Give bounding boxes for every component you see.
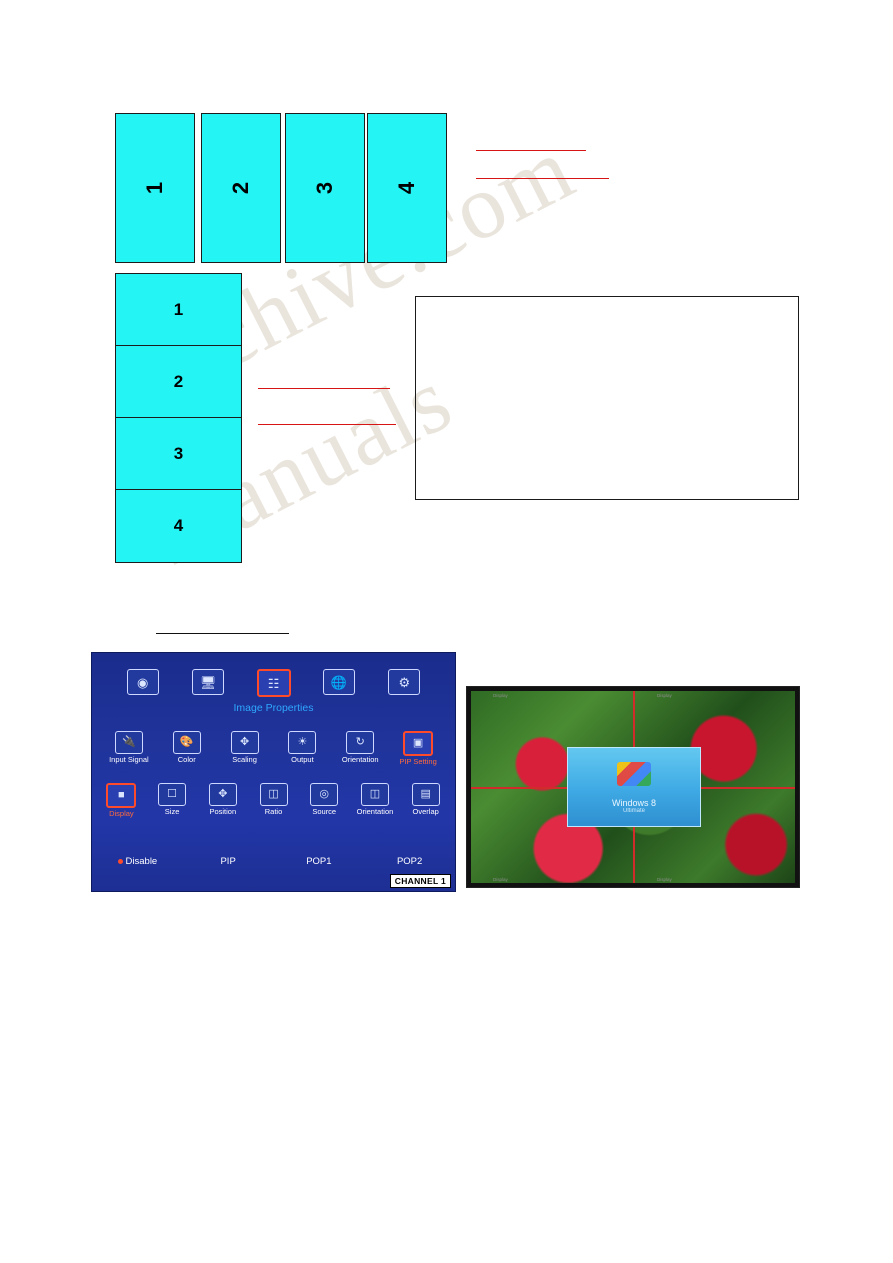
osd-item-orientation-2[interactable]: ◫ Orientation (350, 783, 401, 818)
osd-mode-pop2[interactable]: POP2 (364, 856, 455, 867)
hdmi-plug-icon: 🔌 (114, 731, 143, 754)
panel-cell: 4 (115, 489, 242, 563)
osd-item-position[interactable]: ✥ Position (197, 783, 248, 818)
panel-label: 4 (394, 181, 419, 195)
osd-item-pip-setting[interactable]: ▣ PIP Setting (389, 731, 447, 766)
osd-item-label: Source (312, 807, 337, 816)
orientation-icon: ◫ (360, 783, 389, 806)
osd-item-label: Color (177, 755, 196, 764)
osd-item-size[interactable]: ☐ Size (147, 783, 198, 818)
osd-item-ratio[interactable]: ◫ Ratio (248, 783, 299, 818)
osd-mode-pop1[interactable]: POP1 (274, 856, 365, 867)
selected-dot-icon (117, 858, 123, 864)
osd-item-label: Orientation (341, 755, 379, 764)
size-icon: ☐ (158, 783, 187, 806)
osd-item-label: Input Signal (109, 755, 149, 764)
osd-item-input-signal[interactable]: 🔌 Input Signal (100, 731, 158, 766)
osd-item-overlap[interactable]: ▤ Overlap (400, 783, 451, 818)
osd-row-top: ◉ 🖥 ☷ 🌐 ⚙ (92, 669, 455, 697)
red-underline (476, 150, 586, 151)
rose-background-image: Windows 8 Ultimate (471, 691, 795, 883)
red-underline (476, 178, 609, 179)
color-wheel-icon: ◉ (126, 669, 159, 695)
ratio-icon: ◫ (259, 783, 288, 806)
rotate-icon: ↻ (346, 731, 375, 754)
osd-menu[interactable]: ◉ 🖥 ☷ 🌐 ⚙ Image Properties 🔌 Input Signa… (91, 652, 456, 892)
sun-icon: ☀ (288, 731, 317, 754)
osd-item-label: Output (291, 755, 314, 764)
palette-icon: 🎨 (172, 731, 201, 754)
osd-item-color-wheel[interactable]: ◉ (110, 669, 175, 697)
osd-row-bottom: ■ Display ☐ Size ✥ Position ◫ Ratio ◎ So… (92, 783, 455, 818)
osd-item-color[interactable]: 🎨 Color (158, 731, 216, 766)
monitor-icon: 🖥 (192, 669, 225, 695)
pip-window: Windows 8 Ultimate (567, 747, 701, 827)
osd-title: Image Properties (233, 702, 314, 714)
red-underline (258, 388, 390, 389)
pip-title: Windows 8 (611, 798, 656, 808)
osd-item-image-properties[interactable]: ☷ (241, 669, 306, 697)
panel-cell: 4 (367, 113, 447, 263)
channel-badge: CHANNEL 1 (389, 874, 451, 888)
position-icon: ✥ (208, 783, 237, 806)
wall-corner-label: Display (493, 877, 508, 882)
video-wall-photo: Windows 8 Ultimate Display Display Displ… (466, 686, 800, 888)
osd-item-orientation[interactable]: ↻ Orientation (331, 731, 389, 766)
windows-logo-icon (617, 762, 651, 786)
panel-cell: 2 (115, 345, 242, 419)
red-underline (258, 424, 396, 425)
wall-corner-label: Display (657, 877, 672, 882)
osd-mode-pip[interactable]: PIP (183, 856, 274, 867)
osd-item-globe[interactable]: 🌐 (306, 669, 371, 697)
pip-subtitle: Ultimate (622, 808, 645, 814)
wall-corner-label: Display (493, 693, 508, 698)
section-underline (156, 633, 289, 634)
panel-cell: 3 (115, 417, 242, 491)
osd-item-label: Scaling (232, 755, 257, 764)
osd-item-label: Orientation (356, 807, 394, 816)
wall-corner-label: Display (657, 693, 672, 698)
panel-cell: 1 (115, 273, 242, 347)
overlap-icon: ▤ (411, 783, 440, 806)
document-page: archive.com manuals 1 2 3 4 1 2 3 4 ◉ 🖥 … (0, 0, 893, 1263)
osd-mode-label: Disable (125, 856, 158, 867)
globe-icon: 🌐 (322, 669, 355, 695)
equalizer-icon: ☷ (256, 669, 291, 697)
osd-item-label: Size (164, 807, 180, 816)
osd-mode-disable[interactable]: Disable (92, 856, 183, 867)
osd-item-label: Ratio (264, 807, 283, 816)
gear-icon: ⚙ (388, 669, 421, 695)
osd-mode-row: Disable PIP POP1 POP2 (92, 856, 455, 867)
osd-item-settings[interactable]: ⚙ (372, 669, 437, 697)
osd-item-source[interactable]: ◎ Source (299, 783, 350, 818)
pip-icon: ▣ (403, 731, 434, 756)
pip-caption: Windows 8 Ultimate (568, 798, 700, 814)
empty-content-box (415, 296, 799, 500)
osd-item-output[interactable]: ☀ Output (273, 731, 331, 766)
osd-item-label: PIP Setting (399, 757, 437, 766)
osd-item-label: Position (209, 807, 237, 816)
osd-item-label: Display (109, 809, 134, 818)
source-icon: ◎ (310, 783, 339, 806)
osd-item-label: Overlap (412, 807, 439, 816)
osd-item-scaling[interactable]: ✥ Scaling (216, 731, 274, 766)
osd-item-display[interactable]: ■ Display (96, 783, 147, 818)
display-icon: ■ (106, 783, 137, 808)
osd-item-monitor[interactable]: 🖥 (175, 669, 240, 697)
arrows-expand-icon: ✥ (230, 731, 259, 754)
osd-row-middle: 🔌 Input Signal 🎨 Color ✥ Scaling ☀ Outpu… (92, 731, 455, 766)
